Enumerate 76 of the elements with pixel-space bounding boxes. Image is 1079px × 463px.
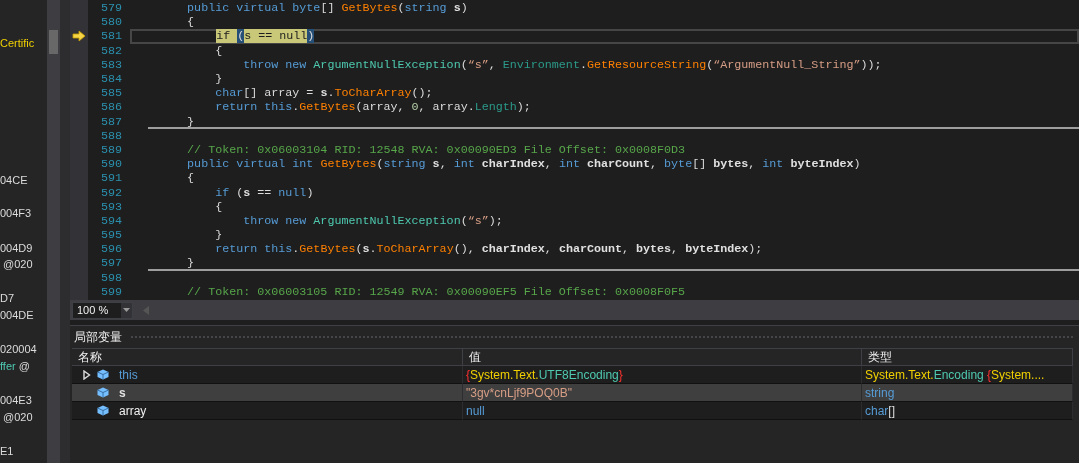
line-number: 596 [99, 242, 122, 257]
code-line: // Token: 0x06003105 RID: 12549 RVA: 0x00090EF5 File Offset: 0x0008F0F5 [186, 284, 687, 299]
code-line: // Token: 0x06003104 RID: 12548 RVA: 0x00090ED3 File Offset: 0x0008F0D3 [186, 142, 687, 158]
line-number: 588 [99, 128, 122, 143]
variable-name: array [119, 403, 147, 418]
truncated-text: 004D9 [0, 241, 34, 255]
panel-title: 局部变量 [74, 328, 122, 346]
code-line: { [186, 171, 196, 186]
scrollbar[interactable] [47, 0, 60, 463]
variable-value: {System.Text.UTF8Encoding} [466, 367, 623, 382]
truncated-text: 004DE [0, 308, 35, 322]
code-line: char[] array = s.ToCharArray(); [214, 86, 434, 101]
field-icon [97, 369, 109, 380]
code-line: } [186, 256, 196, 271]
truncated-text: 020004 [0, 342, 38, 356]
current-statement-arrow-icon [72, 30, 86, 43]
line-number: 579 [99, 1, 122, 16]
truncated-text: ffer @ [0, 359, 31, 373]
code-line: { [186, 15, 196, 30]
variable-row[interactable]: s "3gv*cnLjf9POQ0B" string [72, 384, 1073, 402]
truncated-text: E1 [0, 444, 15, 458]
line-number: 586 [99, 100, 122, 115]
line-number: 584 [99, 72, 122, 87]
truncated-text: 004F3 [0, 206, 33, 220]
field-icon [97, 405, 109, 416]
truncated-text: 04CE [0, 173, 29, 187]
code-line: return this.GetBytes(s.ToCharArray(), charIndex, charCount, bytes, byteIndex); [214, 242, 764, 257]
code-line: { [214, 43, 224, 58]
line-number: 595 [99, 228, 122, 243]
code-line: public virtual byte[] GetBytes(string s) [186, 1, 469, 16]
line-number: 589 [99, 142, 122, 157]
variable-type: string [865, 385, 895, 400]
code-line: { [214, 199, 224, 214]
code-line: public virtual int GetBytes(string s, int charIndex, int charCount, byte[] bytes, int byteIndex) [186, 157, 862, 172]
variable-name: s [119, 385, 126, 400]
line-number: 587 [99, 114, 122, 129]
field-icon [97, 387, 109, 398]
code-line: } [186, 114, 196, 129]
truncated-text: 004E3 [0, 393, 33, 407]
code-line: } [214, 228, 224, 243]
line-number: 590 [99, 157, 122, 172]
scrollbar-thumb[interactable] [49, 30, 58, 54]
line-number: 580 [99, 15, 122, 30]
expand-icon[interactable] [83, 369, 91, 380]
zoom-dropdown[interactable]: 100 % [72, 301, 133, 319]
truncated-text: Certific [0, 36, 36, 50]
code-line: } [214, 71, 224, 87]
code-line: return this.GetBytes(array, 0, array.Length); [214, 100, 532, 115]
variable-value: null [466, 403, 485, 418]
line-number: 599 [99, 284, 122, 299]
variable-row[interactable]: this {System.Text.UTF8Encoding} System.Text.Encoding {System.... [72, 366, 1073, 384]
variable-value: "3gv*cnLjf9POQ0B" [466, 385, 572, 400]
variable-name: this [119, 367, 138, 382]
line-number: 597 [99, 256, 122, 271]
variable-type: char[] [865, 403, 895, 418]
line-number: 598 [99, 270, 122, 285]
truncated-text: D7 [0, 291, 16, 305]
variable-type: System.Text.Encoding {System.... [865, 367, 1045, 382]
line-number: 581 [99, 29, 122, 44]
column-header[interactable]: 名称 [72, 348, 463, 366]
truncated-text: @020 [2, 410, 34, 424]
line-number: 583 [99, 57, 122, 72]
line-number: 582 [99, 43, 122, 58]
code-line: throw new ArgumentNullException(“s”); [242, 213, 504, 228]
variable-row[interactable]: array null char[] [72, 402, 1073, 420]
code-line: throw new ArgumentNullException(“s”, Environment.GetResourceString(“ArgumentNull_String”)); [242, 57, 883, 72]
column-header[interactable]: 类型 [862, 348, 1073, 366]
line-number: 585 [99, 86, 122, 101]
line-number: 592 [99, 185, 122, 200]
caret-icon [123, 308, 130, 312]
column-header[interactable]: 值 [463, 348, 862, 366]
line-number: 591 [99, 171, 122, 186]
line-number: 594 [99, 213, 122, 228]
code-line: if (s == null) [214, 185, 315, 200]
line-number: 593 [99, 199, 122, 214]
truncated-text: @020 [2, 257, 34, 271]
